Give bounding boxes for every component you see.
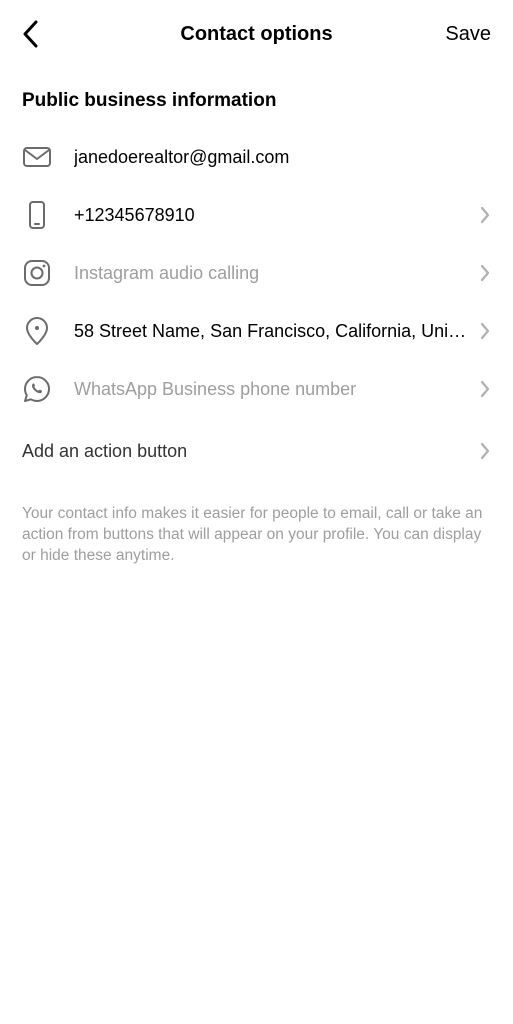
chevron-right-icon: [479, 205, 491, 225]
section-title: Public business information: [0, 68, 513, 128]
chevron-left-icon: [22, 20, 38, 48]
chevron-right-icon: [479, 263, 491, 283]
location-pin-icon: [22, 316, 52, 346]
add-action-button-row[interactable]: Add an action button: [22, 418, 491, 476]
chevron-right-icon: [479, 379, 491, 399]
email-row[interactable]: janedoerealtor@gmail.com: [22, 128, 491, 186]
add-action-button-label: Add an action button: [22, 441, 479, 462]
chevron-right-icon: [479, 321, 491, 341]
footer-note: Your contact info makes it easier for pe…: [0, 476, 513, 567]
contact-options-list: janedoerealtor@gmail.com +12345678910 In…: [0, 128, 513, 476]
address-value: 58 Street Name, San Francisco, Californi…: [74, 321, 479, 342]
instagram-call-row[interactable]: Instagram audio calling: [22, 244, 491, 302]
back-button[interactable]: [22, 20, 82, 48]
instagram-call-placeholder: Instagram audio calling: [74, 263, 479, 284]
phone-value: +12345678910: [74, 205, 479, 226]
chevron-right-icon: [479, 441, 491, 461]
instagram-icon: [22, 258, 52, 288]
header: Contact options Save: [0, 0, 513, 68]
phone-row[interactable]: +12345678910: [22, 186, 491, 244]
whatsapp-icon: [22, 374, 52, 404]
mobile-phone-icon: [22, 200, 52, 230]
page-title: Contact options: [82, 23, 431, 46]
envelope-icon: [22, 142, 52, 172]
whatsapp-row[interactable]: WhatsApp Business phone number: [22, 360, 491, 418]
whatsapp-placeholder: WhatsApp Business phone number: [74, 379, 479, 400]
save-button[interactable]: Save: [431, 23, 491, 46]
email-value: janedoerealtor@gmail.com: [74, 147, 491, 168]
address-row[interactable]: 58 Street Name, San Francisco, Californi…: [22, 302, 491, 360]
